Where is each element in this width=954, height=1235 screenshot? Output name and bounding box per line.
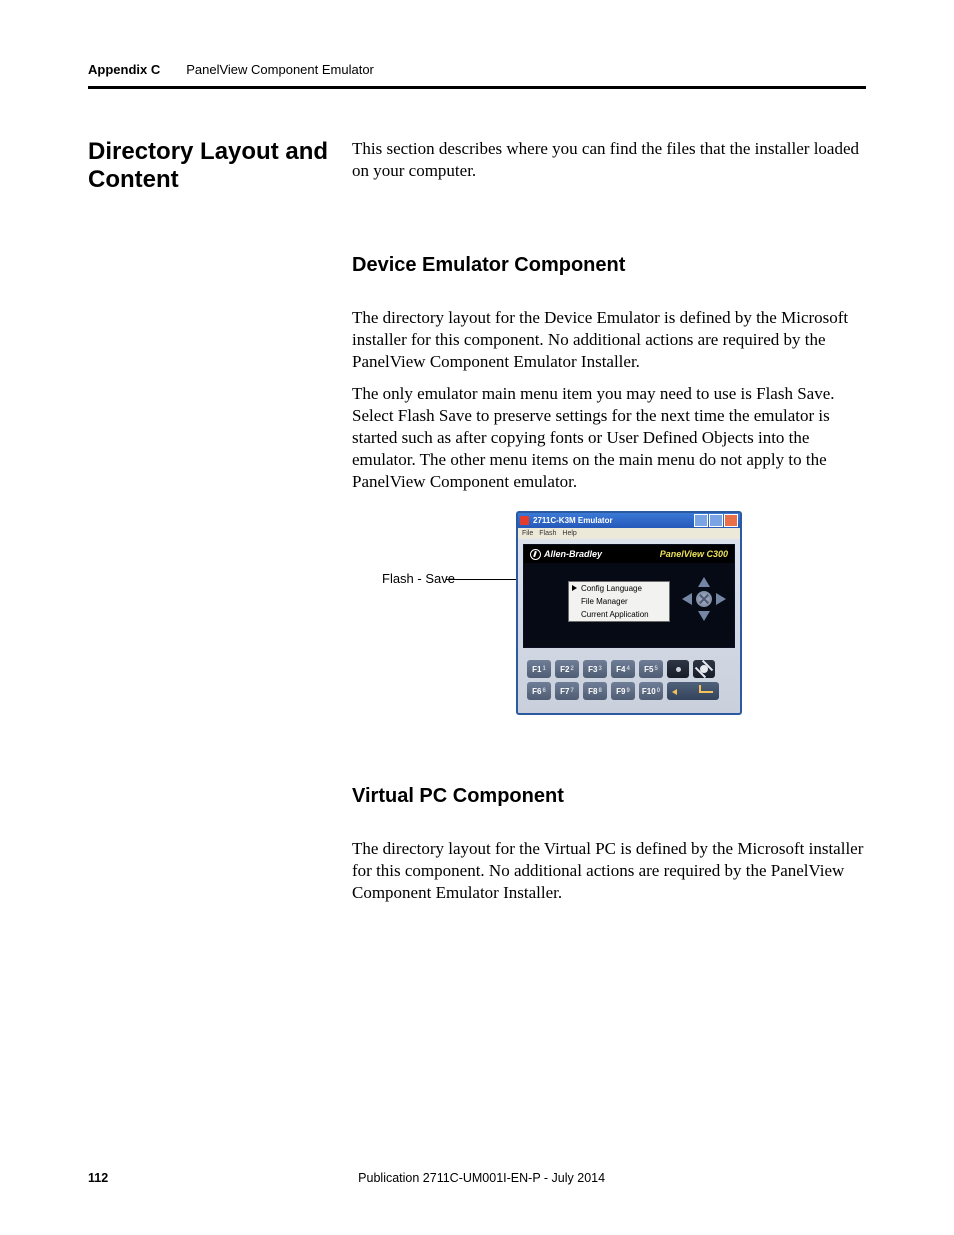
subsection-heading-2: Virtual PC Component xyxy=(352,785,866,808)
sec2-p1: The directory layout for the Virtual PC … xyxy=(352,838,866,904)
dpad-center-icon[interactable] xyxy=(693,588,716,611)
fkey[interactable]: F44 xyxy=(611,660,635,678)
close-icon[interactable] xyxy=(724,514,738,527)
menu-file[interactable]: File xyxy=(522,530,533,537)
emulator-screen: Allen-Bradley PanelView C300 Config Lang… xyxy=(523,544,735,648)
page-number: 112 xyxy=(88,1171,108,1185)
dot-key-icon[interactable] xyxy=(667,660,689,678)
dpad-right-icon[interactable] xyxy=(716,593,726,605)
publication-line: Publication 2711C-UM001I-EN-P - July 201… xyxy=(358,1171,605,1185)
fkey[interactable]: F66 xyxy=(527,682,551,700)
emulator-keypad: F11 F22 F33 F44 F55 F66 xyxy=(523,654,735,702)
running-head: Appendix C PanelView Component Emulator xyxy=(88,62,866,77)
emulator-titlebar: 2711C-K3M Emulator xyxy=(518,513,740,528)
figure-callout-line xyxy=(446,579,518,580)
fkey[interactable]: F77 xyxy=(555,682,579,700)
brand-logo-icon xyxy=(530,549,541,560)
section-label: PanelView Component Emulator xyxy=(186,62,374,77)
sec1-p1: The directory layout for the Device Emul… xyxy=(352,307,866,373)
device-label: PanelView C300 xyxy=(660,549,728,559)
figure-callout: Flash - Save xyxy=(382,571,455,586)
fkey[interactable]: F100 xyxy=(639,682,663,700)
screen-menu-item[interactable]: Config Language xyxy=(569,582,669,595)
brand-label: Allen-Bradley xyxy=(530,549,602,560)
enter-key-icon[interactable] xyxy=(667,682,719,700)
minimize-icon[interactable] xyxy=(694,514,708,527)
fkey[interactable]: F88 xyxy=(583,682,607,700)
subsection-heading-1: Device Emulator Component xyxy=(352,254,866,277)
screen-menu-item[interactable]: Current Application xyxy=(569,608,669,621)
section-heading: Directory Layout and Content xyxy=(88,138,352,194)
screen-menu: Config Language File Manager Current App… xyxy=(568,581,670,622)
screen-menu-item[interactable]: File Manager xyxy=(569,595,669,608)
footer: 112 Publication 2711C-UM001I-EN-P - July… xyxy=(88,1171,866,1185)
dpad-icon xyxy=(682,577,726,621)
dpad-up-icon[interactable] xyxy=(698,577,710,587)
header-rule xyxy=(88,86,866,89)
fkey[interactable]: F22 xyxy=(555,660,579,678)
emulator-figure: Flash - Save 2711C-K3M Emulator xyxy=(352,511,866,725)
dpad-left-icon[interactable] xyxy=(682,593,692,605)
menu-flash[interactable]: Flash xyxy=(539,530,556,537)
sec1-p2: The only emulator main menu item you may… xyxy=(352,383,866,493)
emulator-window: 2711C-K3M Emulator File Flash Help xyxy=(516,511,742,715)
maximize-icon[interactable] xyxy=(709,514,723,527)
app-logo-icon xyxy=(520,516,529,525)
menu-help[interactable]: Help xyxy=(562,530,576,537)
brightness-key-icon[interactable] xyxy=(693,660,715,678)
fkey[interactable]: F33 xyxy=(583,660,607,678)
fkey[interactable]: F11 xyxy=(527,660,551,678)
intro-paragraph: This section describes where you can fin… xyxy=(352,138,866,194)
fkey[interactable]: F55 xyxy=(639,660,663,678)
emulator-menubar: File Flash Help xyxy=(518,528,740,539)
fkey[interactable]: F99 xyxy=(611,682,635,700)
appendix-label: Appendix C xyxy=(88,62,160,77)
dpad-down-icon[interactable] xyxy=(698,611,710,621)
emulator-window-title: 2711C-K3M Emulator xyxy=(533,516,613,525)
